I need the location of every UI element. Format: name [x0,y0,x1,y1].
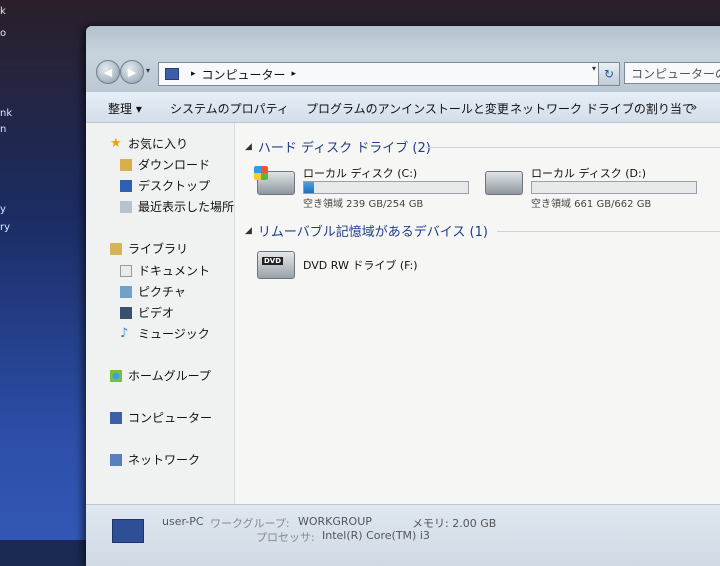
drive-usage-bar [303,181,469,194]
processor-label: プロセッサ: [256,531,315,544]
network-icon [110,453,122,466]
drive-free-space: 空き領域 239 GB/254 GB [303,199,424,210]
collapse-triangle-icon[interactable]: ◢ [245,226,252,236]
pc-name: user-PC [162,515,204,528]
sidebar-item-videos[interactable]: ビデオ [120,304,174,321]
sidebar-item-label: ピクチャ [138,285,186,299]
drive-free-space: 空き領域 661 GB/662 GB [531,199,652,210]
sidebar-item-label: ネットワーク [128,453,201,467]
search-input[interactable]: コンピューターの検 [624,62,720,84]
group-header-removable[interactable]: ◢ リムーバブル記憶域があるデバイス (1) [245,221,488,240]
drive-dvd[interactable]: DVD DVD RW ドライブ (F:) [257,249,457,283]
address-dropdown-icon[interactable]: ▾ [592,64,596,73]
group-title: リムーバブル記憶域があるデバイス (1) [257,225,488,240]
system-properties-button[interactable]: システムのプロパティ [170,100,289,117]
documents-icon [120,264,132,277]
music-note-icon: ♪ [120,325,129,341]
sidebar-item-label: 最近表示した場所 [138,200,235,214]
drive-c[interactable]: ローカル ディスク (C:) 空き領域 239 GB/254 GB [254,165,487,210]
forward-button[interactable]: ▶ [120,60,144,84]
breadcrumb-separator-icon[interactable]: ▸ [292,69,297,79]
computer-icon [165,68,179,80]
details-pane: user-PC ワークグループ: WORKGROUP メモリ: 2.00 GB … [86,504,720,566]
sidebar-item-label: コンピューター [128,411,213,425]
breadcrumb-separator-icon[interactable]: ▸ [191,69,196,79]
hard-drive-icon [254,166,295,195]
drive-name: DVD RW ドライブ (F:) [303,259,418,272]
sidebar-item-pictures[interactable]: ピクチャ [120,283,186,300]
sidebar-item-desktop[interactable]: デスクトップ [120,177,210,194]
dvd-drive-icon: DVD [257,251,295,279]
more-commands-chevron-icon[interactable]: » [690,100,697,114]
desktop-edge-text: ry [0,222,11,233]
sidebar-item-label: ミュージック [138,327,210,341]
pictures-icon [120,285,132,298]
history-dropdown-icon[interactable]: ▾ [146,66,150,75]
windows-logo-icon [254,166,268,180]
sidebar-item-libraries[interactable]: ライブラリ [110,240,188,257]
sidebar-item-label: ダウンロード [138,158,211,172]
group-title: ハード ディスク ドライブ (2) [257,141,431,156]
navigation-pane: ★ お気に入り ダウンロード デスクトップ 最近表示した場所 ライブラリ ドキュ… [86,123,235,566]
processor-value: Intel(R) Core(TM) i3 [322,529,430,542]
command-bar: 整理 ▾ システムのプロパティ プログラムのアンインストールと変更 ネットワーク… [86,92,720,123]
sidebar-item-homegroup[interactable]: ホームグループ [110,367,211,384]
breadcrumb-computer[interactable]: コンピューター [202,66,286,83]
content-pane: ◢ ハード ディスク ドライブ (2) ローカル ディスク (C:) 空き領域 … [235,123,720,566]
refresh-button[interactable]: ↻ [598,62,620,86]
sidebar-item-computer[interactable]: コンピューター [110,409,212,426]
drive-d[interactable]: ローカル ディスク (D:) 空き領域 661 GB/662 GB [485,165,720,210]
sidebar-item-label: ドキュメント [138,264,211,278]
homegroup-icon [110,369,122,382]
drive-usage-bar [531,181,697,194]
videos-icon [120,306,132,319]
desktop-edge-text: y [0,204,6,215]
title-bar: ◀ ▶ ▾ ▸ コンピューター ▸ ▾ ↻ コンピューターの検 [86,26,720,98]
sidebar-item-label: ホームグループ [128,369,211,383]
sidebar-item-recent[interactable]: 最近表示した場所 [120,198,234,215]
drive-name: ローカル ディスク (D:) [531,167,646,180]
sidebar-item-label: ビデオ [138,306,175,320]
map-network-drive-button[interactable]: ネットワーク ドライブの割り当て [510,100,694,117]
sidebar-item-downloads[interactable]: ダウンロード [120,156,210,173]
dvd-logo: DVD [262,257,284,265]
downloads-folder-icon [120,158,132,171]
sidebar-item-network[interactable]: ネットワーク [110,451,200,468]
sidebar-item-favorites[interactable]: ★ お気に入り [110,135,188,152]
computer-icon [110,411,122,424]
desktop-edge-text: n [0,124,7,135]
sidebar-item-label: ライブラリ [128,242,189,256]
library-icon [110,242,122,255]
address-bar[interactable]: ▸ コンピューター ▸ [158,62,614,86]
desktop-edge-text: nk [0,108,13,119]
back-button[interactable]: ◀ [96,60,120,84]
computer-icon [112,519,144,543]
group-divider [497,231,720,232]
desktop-edge-text: k [0,6,6,17]
collapse-triangle-icon[interactable]: ◢ [245,142,252,152]
desktop-icon [120,179,132,192]
recent-places-icon [120,200,132,213]
drive-usage-fill [304,182,314,193]
hard-drive-icon [485,171,523,195]
sidebar-item-documents[interactable]: ドキュメント [120,262,210,279]
desktop-edge-text: o [0,28,7,39]
workgroup-value: WORKGROUP [298,515,372,528]
group-header-hdd[interactable]: ◢ ハード ディスク ドライブ (2) [245,137,431,156]
sidebar-item-label: お気に入り [128,137,189,151]
explorer-window: ◀ ▶ ▾ ▸ コンピューター ▸ ▾ ↻ コンピューターの検 整理 ▾ システ… [86,26,720,566]
sidebar-item-music[interactable]: ♪ ミュージック [120,325,210,342]
organize-button[interactable]: 整理 ▾ [108,100,142,117]
uninstall-program-button[interactable]: プログラムのアンインストールと変更 [306,100,509,117]
drive-name: ローカル ディスク (C:) [303,167,418,180]
group-divider [425,147,720,148]
star-icon: ★ [110,135,122,151]
sidebar-item-label: デスクトップ [138,179,211,193]
